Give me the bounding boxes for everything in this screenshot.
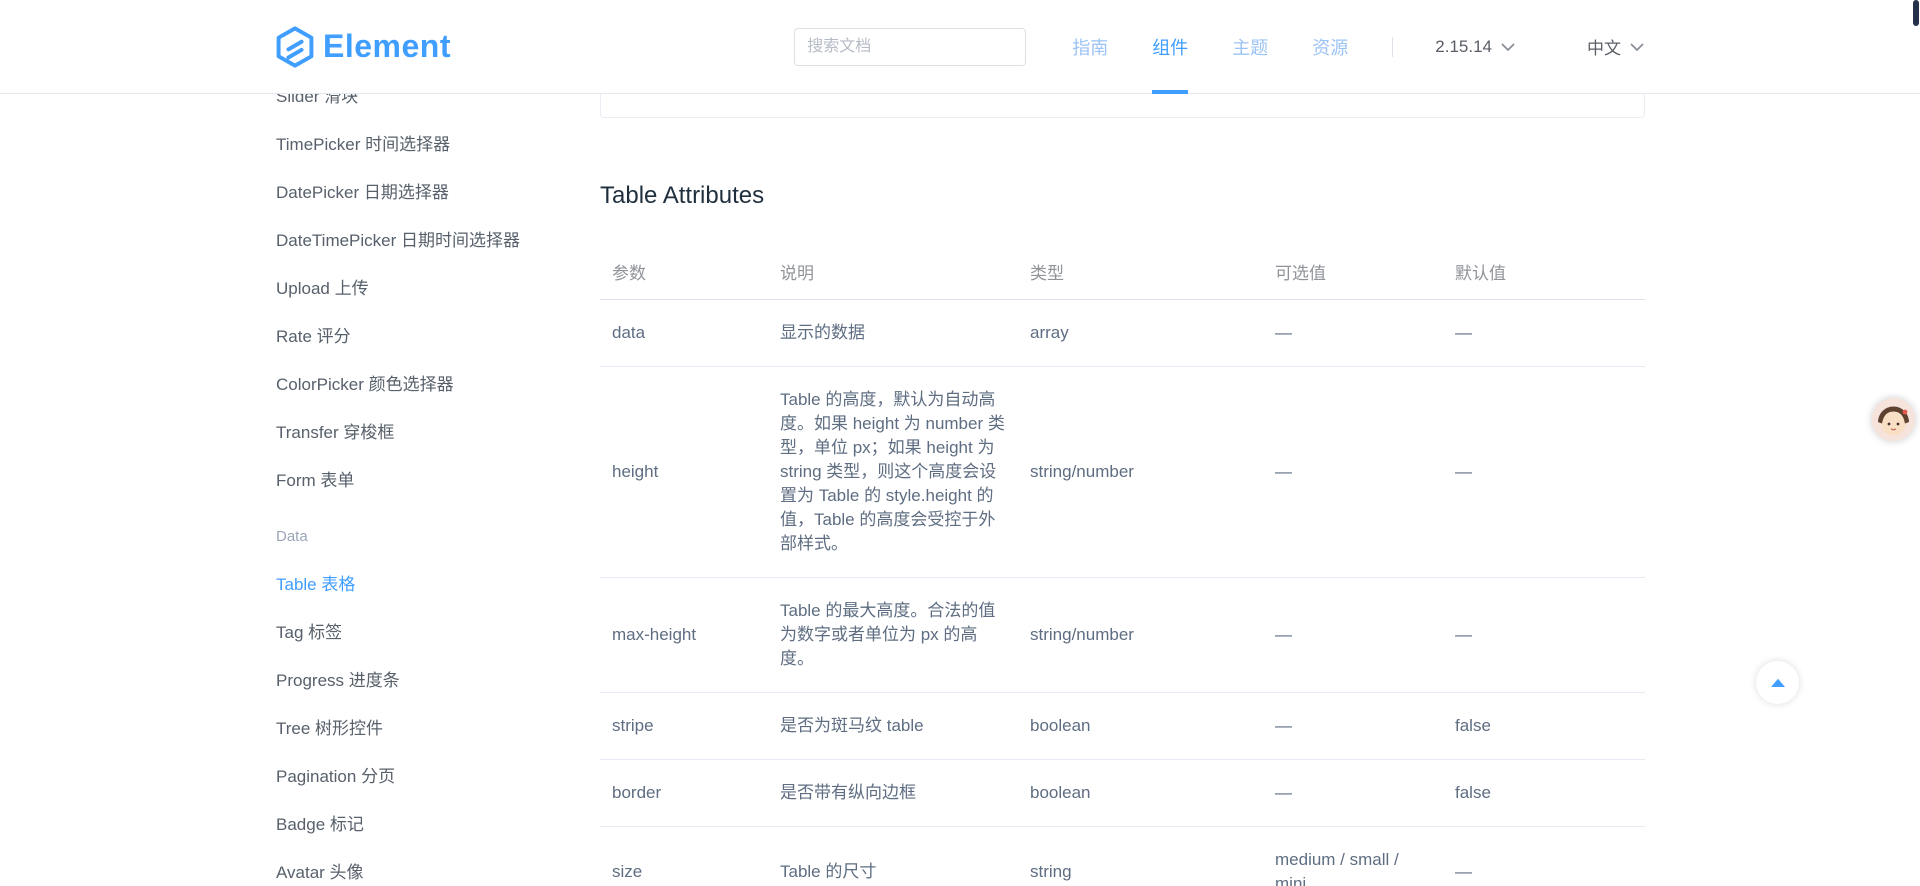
cell-type: string/number xyxy=(1018,367,1263,578)
sidebar-item-datepicker[interactable]: DatePicker 日期选择器 xyxy=(276,166,588,214)
sidebar-item-upload[interactable]: Upload 上传 xyxy=(276,262,588,310)
cell-default: false xyxy=(1443,760,1645,827)
search-input[interactable] xyxy=(794,28,1026,66)
cell-default: — xyxy=(1443,827,1645,886)
sidebar-item-avatar[interactable]: Avatar 头像 xyxy=(276,846,588,886)
header-inner: Element 指南组件主题资源 2.15.14 中文 xyxy=(276,0,1644,93)
cell-param: data xyxy=(600,300,768,367)
element-logo[interactable]: Element xyxy=(276,26,451,68)
language-select[interactable]: 中文 xyxy=(1587,34,1644,59)
cell-type: string/number xyxy=(1018,578,1263,693)
attr-row-size: sizeTable 的尺寸stringmedium / small / mini… xyxy=(600,827,1645,886)
cell-param: max-height xyxy=(600,578,768,693)
chevron-down-icon xyxy=(1501,37,1515,57)
cell-accepted: — xyxy=(1263,760,1443,827)
sidebar-item-form[interactable]: Form 表单 xyxy=(276,454,588,502)
cell-default: — xyxy=(1443,578,1645,693)
nav-item-components[interactable]: 组件 xyxy=(1152,0,1188,93)
attr-row-height: heightTable 的高度，默认为自动高度。如果 height 为 numb… xyxy=(600,367,1645,578)
section-title: Table Attributes xyxy=(600,182,1645,210)
sidebar-item-table[interactable]: Table 表格 xyxy=(276,558,588,606)
page: Element 指南组件主题资源 2.15.14 中文 xyxy=(0,0,1920,886)
mascot-face-icon xyxy=(1872,398,1915,441)
cell-desc: Table 的高度，默认为自动高度。如果 height 为 number 类型，… xyxy=(768,367,1018,578)
table-column-header: 说明 xyxy=(768,244,1018,300)
cell-type: boolean xyxy=(1018,693,1263,760)
sidebar-item-colorpicker[interactable]: ColorPicker 颜色选择器 xyxy=(276,358,588,406)
table-column-header: 类型 xyxy=(1018,244,1263,300)
cell-accepted: medium / small / mini xyxy=(1263,827,1443,886)
table-column-header: 默认值 xyxy=(1443,244,1645,300)
cell-accepted: — xyxy=(1263,693,1443,760)
language-label: 中文 xyxy=(1587,34,1621,59)
table-column-header: 可选值 xyxy=(1263,244,1443,300)
sidebar-item-timepicker[interactable]: TimePicker 时间选择器 xyxy=(276,118,588,166)
cell-accepted: — xyxy=(1263,300,1443,367)
attributes-table: 参数说明类型可选值默认值 data显示的数据array——heightTable… xyxy=(600,244,1645,886)
chevron-down-icon xyxy=(1630,37,1644,57)
attr-row-border: border是否带有纵向边框boolean—false xyxy=(600,760,1645,827)
sidebar: Slider 滑块TimePicker 时间选择器DatePicker 日期选择… xyxy=(276,70,588,886)
sidebar-item-rate[interactable]: Rate 评分 xyxy=(276,310,588,358)
cell-accepted: — xyxy=(1263,578,1443,693)
search-box xyxy=(794,28,1026,66)
cell-desc: 显示的数据 xyxy=(768,300,1018,367)
attr-row-max-height: max-heightTable 的最大高度。合法的值为数字或者单位为 px 的高… xyxy=(600,578,1645,693)
cell-param: border xyxy=(600,760,768,827)
cell-type: string xyxy=(1018,827,1263,886)
cell-desc: Table 的最大高度。合法的值为数字或者单位为 px 的高度。 xyxy=(768,578,1018,693)
demo-box-bottom xyxy=(600,93,1645,118)
cell-default: false xyxy=(1443,693,1645,760)
cell-desc: Table 的尺寸 xyxy=(768,827,1018,886)
table-header-row: 参数说明类型可选值默认值 xyxy=(600,244,1645,300)
header-divider xyxy=(1392,37,1393,57)
version-select[interactable]: 2.15.14 xyxy=(1435,37,1515,57)
cell-param: stripe xyxy=(600,693,768,760)
nav-item-theme[interactable]: 主题 xyxy=(1232,0,1268,93)
cell-accepted: — xyxy=(1263,367,1443,578)
sidebar-item-tag[interactable]: Tag 标签 xyxy=(276,606,588,654)
sidebar-item-badge[interactable]: Badge 标记 xyxy=(276,798,588,846)
sidebar-item-tree[interactable]: Tree 树形控件 xyxy=(276,702,588,750)
header: Element 指南组件主题资源 2.15.14 中文 xyxy=(0,0,1920,94)
cell-desc: 是否为斑马纹 table xyxy=(768,693,1018,760)
back-to-top-button[interactable] xyxy=(1756,661,1799,704)
nav-item-guide[interactable]: 指南 xyxy=(1072,0,1108,93)
logo-text: Element xyxy=(323,28,451,65)
main-nav: 指南组件主题资源 xyxy=(1072,0,1348,93)
cell-default: — xyxy=(1443,300,1645,367)
sidebar-item-pagination[interactable]: Pagination 分页 xyxy=(276,750,588,798)
main-content: Table Attributes 参数说明类型可选值默认值 data显示的数据a… xyxy=(600,93,1645,886)
sidebar-item-transfer[interactable]: Transfer 穿梭框 xyxy=(276,406,588,454)
nav-item-resources[interactable]: 资源 xyxy=(1312,0,1348,93)
scrollbar-thumb[interactable] xyxy=(1913,0,1919,26)
attr-row-data: data显示的数据array—— xyxy=(600,300,1645,367)
attr-row-stripe: stripe是否为斑马纹 tableboolean—false xyxy=(600,693,1645,760)
sidebar-item-datetimepicker[interactable]: DateTimePicker 日期时间选择器 xyxy=(276,214,588,262)
sidebar-item-progress[interactable]: Progress 进度条 xyxy=(276,654,588,702)
cell-default: — xyxy=(1443,367,1645,578)
caret-up-icon xyxy=(1770,678,1786,688)
cell-type: array xyxy=(1018,300,1263,367)
cell-desc: 是否带有纵向边框 xyxy=(768,760,1018,827)
cell-type: boolean xyxy=(1018,760,1263,827)
sidebar-category-data: Data xyxy=(276,514,588,558)
element-logo-icon xyxy=(276,26,314,68)
table-column-header: 参数 xyxy=(600,244,768,300)
cell-param: size xyxy=(600,827,768,886)
version-label: 2.15.14 xyxy=(1435,37,1492,57)
header-right: 指南组件主题资源 2.15.14 中文 xyxy=(794,0,1644,93)
cell-param: height xyxy=(600,367,768,578)
mascot-avatar[interactable] xyxy=(1872,398,1915,441)
